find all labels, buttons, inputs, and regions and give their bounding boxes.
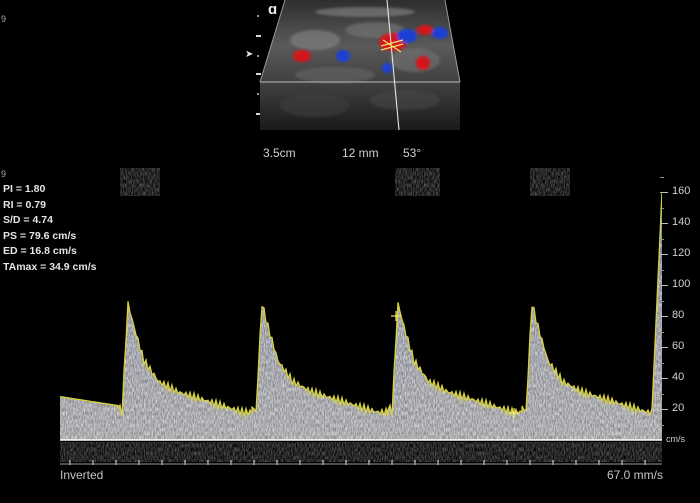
ri-value: RI = 0.79 — [3, 198, 46, 211]
scale-tick — [660, 378, 668, 379]
scale-minor-tick — [660, 363, 664, 364]
spectral-doppler-trace[interactable] — [60, 168, 662, 468]
spectrum-fill — [60, 192, 662, 440]
scale-tick — [660, 347, 668, 348]
scale-tick — [660, 192, 668, 193]
bmode-color-doppler-image[interactable] — [255, 0, 465, 135]
gate-size-readout: 12 mm — [342, 146, 379, 160]
scale-minor-tick — [660, 394, 664, 395]
tamax-value: TAmax = 34.9 cm/s — [3, 260, 97, 273]
scale-tick — [660, 285, 668, 286]
end-diastolic-value: ED = 16.8 cm/s — [3, 245, 77, 258]
depth-readout: 3.5cm — [263, 146, 296, 160]
scale-label: 20 — [672, 402, 685, 414]
scale-tick — [660, 254, 668, 255]
scale-label: 80 — [672, 309, 685, 321]
below-baseline-noise — [60, 442, 662, 462]
top-noise — [120, 168, 570, 196]
scale-minor-tick — [660, 177, 664, 178]
sd-ratio-value: S/D = 4.74 — [3, 214, 53, 227]
scale-label: 60 — [672, 340, 685, 352]
scale-tick — [660, 409, 668, 410]
velocity-scale[interactable]: 160 140 120 100 80 60 40 20 — [660, 168, 700, 468]
pi-value: PI = 1.80 — [3, 183, 46, 195]
scale-tick — [660, 223, 668, 224]
scale-label: 100 — [672, 278, 691, 290]
corner-mark-middle: 9 — [1, 169, 7, 179]
scale-minor-tick — [660, 425, 664, 426]
scale-label: 120 — [672, 247, 691, 259]
scale-label: 140 — [672, 216, 691, 228]
angle-readout: 53° — [403, 146, 422, 160]
scale-minor-tick — [660, 301, 664, 302]
scale-label: 160 — [672, 185, 691, 197]
scale-minor-tick — [660, 208, 664, 209]
scale-tick — [660, 316, 668, 317]
corner-mark-top: 9 — [1, 14, 7, 24]
sweep-speed: 67.0 mm/s — [606, 468, 663, 482]
scale-minor-tick — [660, 239, 664, 240]
scale-minor-tick — [660, 270, 664, 271]
scale-unit: cm/s — [666, 434, 685, 444]
inverted-indicator: Inverted — [60, 468, 104, 482]
focus-arrow-icon[interactable]: ➤ — [245, 50, 253, 60]
doppler-measurements: PI = 1.80 RI = 0.79 S/D = 4.74 PS = 79.6… — [3, 182, 97, 276]
scale-label: 40 — [672, 371, 685, 383]
scale-minor-tick — [660, 332, 664, 333]
peak-systolic-value: PS = 79.6 cm/s — [3, 229, 77, 242]
